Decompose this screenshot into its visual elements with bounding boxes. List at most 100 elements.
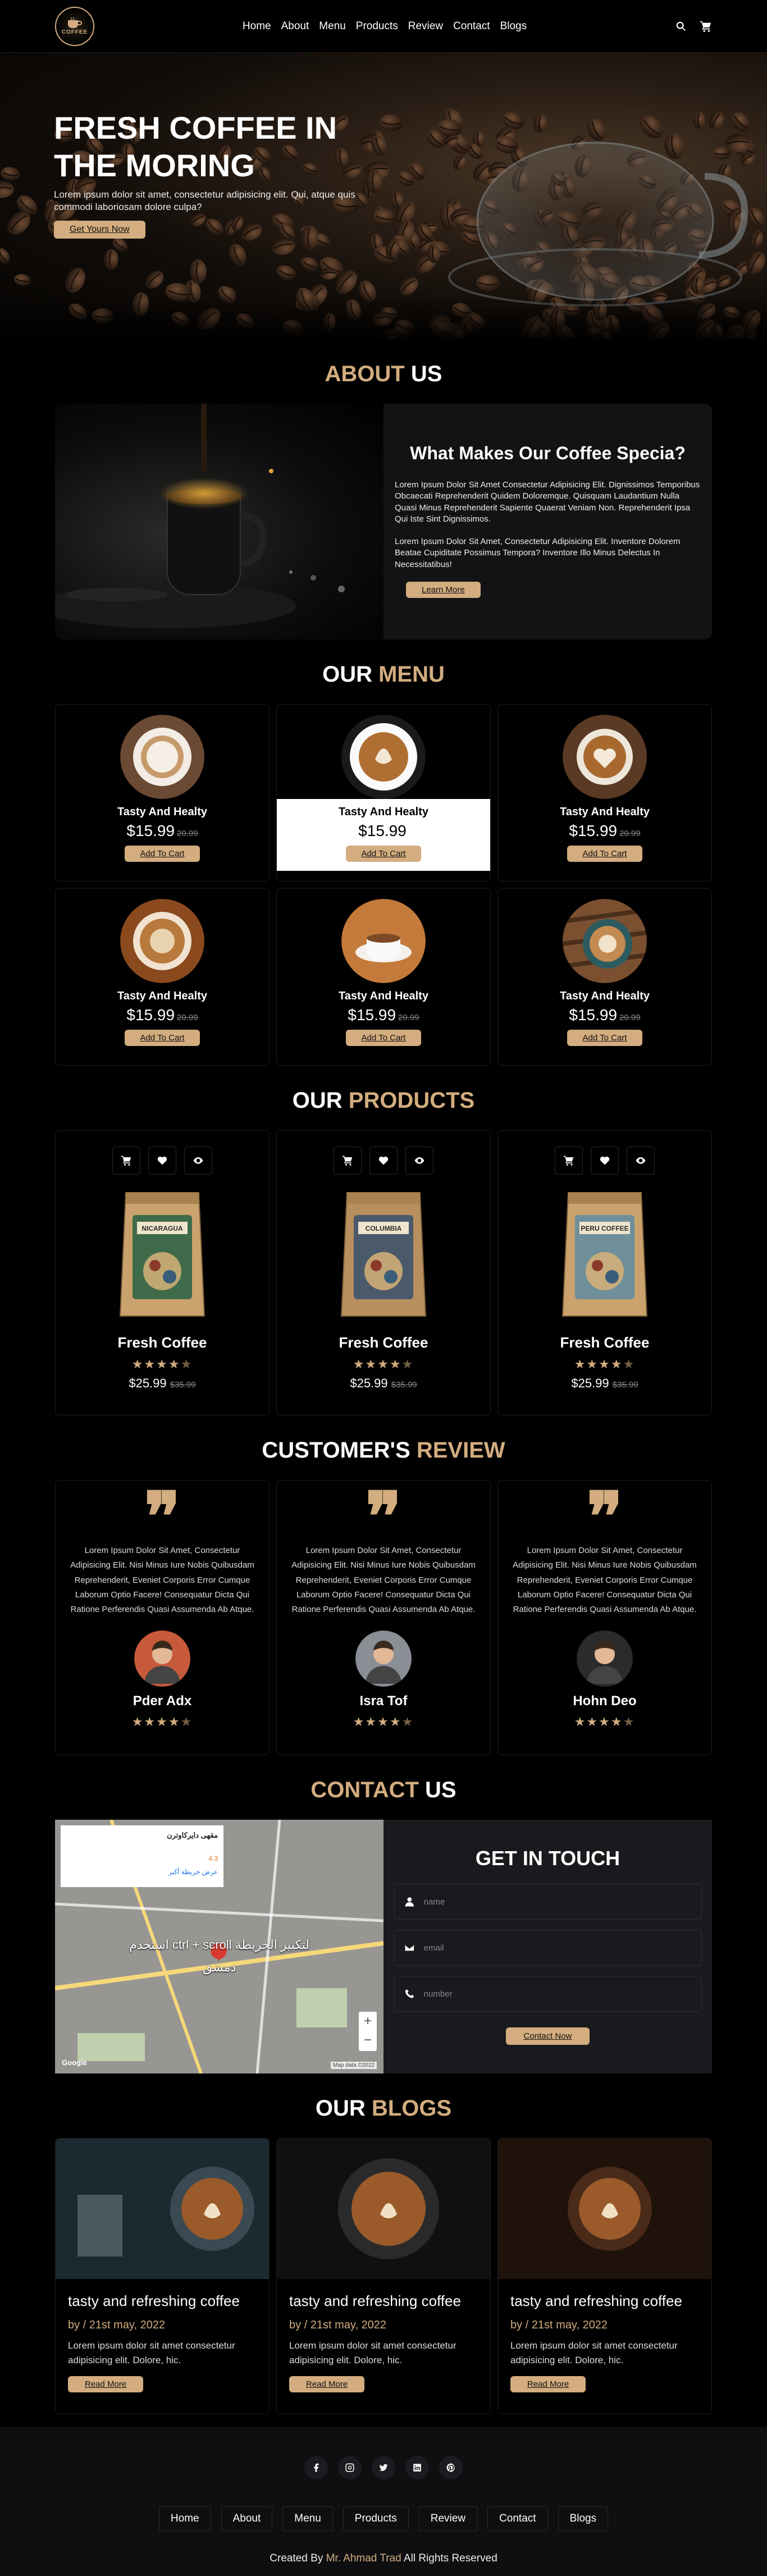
about-paragraph-1: Lorem Ipsum Dolor Sit Amet Consectetur A… [395,480,700,524]
map-city-label: دمشق [202,1960,236,1974]
add-to-cart-button[interactable]: Add To Cart [345,846,422,862]
number-input[interactable] [423,1989,691,1999]
nav-review[interactable]: Review [408,20,443,33]
footer-link-home[interactable]: Home [158,2506,211,2531]
map-scroll-hint: استخدم ctrl + scroll لتكبير الخريطة [129,1938,309,1952]
phone-icon [405,1989,414,1998]
instagram-icon[interactable] [338,2456,362,2479]
reviewer-name: Hohn Deo [573,1693,637,1709]
read-more-button[interactable]: Read More [289,2376,365,2392]
teal-cup-image [563,899,647,983]
blogs-section-title: OUR BLOGS [55,2073,712,2138]
footer-link-menu[interactable]: Menu [282,2506,333,2531]
cart-icon[interactable] [334,1147,362,1175]
header-icons [675,20,712,33]
map-card-rating: 4.3 [208,1855,218,1862]
menu-card: Tasty And Healty $15.99 20.99 Add To Cart [55,704,270,881]
nav-home[interactable]: Home [243,20,271,33]
map-zoom-controls[interactable]: + − [359,2012,377,2051]
contact-card: مقهى دايركاوترن 4.3 عرض خريطة أكبر استخد… [55,1820,712,2073]
product-actions [277,1147,490,1175]
coffee-cup-splash-image [55,404,345,628]
add-to-cart-button[interactable]: Add To Cart [345,1030,422,1046]
get-in-touch-heading: GET IN TOUCH [475,1847,620,1870]
nav-products[interactable]: Products [356,20,398,33]
footer-link-contact[interactable]: Contact [487,2506,548,2531]
pinterest-icon[interactable] [439,2456,463,2479]
product-actions [498,1147,711,1175]
blog-image [277,2139,490,2279]
read-more-button[interactable]: Read More [510,2376,586,2392]
contact-form: GET IN TOUCH Contact Now [383,1820,712,2073]
add-to-cart-button[interactable]: Add To Cart [124,846,200,862]
add-to-cart-button[interactable]: Add To Cart [567,846,643,862]
search-icon[interactable] [675,20,687,33]
hero-text: Lorem ipsum dolor sit amet, consectetur … [54,189,355,213]
eye-icon[interactable] [627,1147,655,1175]
hero-title: FRESH COFFEE IN THE MORING [54,110,337,184]
blogs-title-accent: BLOGS [371,2096,452,2121]
product-card: PERU COFFEE Fresh Coffee ★★★★★ $25.99 $3… [497,1130,712,1415]
menu-item-price: $15.99 20.99 [348,1006,419,1024]
nav-blogs[interactable]: Blogs [500,20,527,33]
map-card-title: مقهى دايركاوترن [167,1831,218,1839]
menu-section-title: OUR MENU [55,640,712,704]
add-to-cart-button[interactable]: Add To Cart [124,1030,200,1046]
about-paragraph-2: Lorem Ipsum Dolor Sit Amet, Consectetur … [395,537,681,569]
nav-contact[interactable]: Contact [453,20,490,33]
blog-title[interactable]: tasty and refreshing coffee [289,2292,478,2310]
heart-icon[interactable] [148,1147,176,1175]
blog-excerpt: Lorem ipsum dolor sit amet consectetur a… [68,2340,235,2365]
twitter-icon[interactable] [372,2456,395,2479]
cart-icon[interactable] [555,1147,583,1175]
number-field[interactable] [394,1976,702,2012]
footer-link-about[interactable]: About [221,2506,273,2531]
product-price: $25.99 $35.99 [129,1376,196,1390]
latte-art-cup-image [341,715,426,799]
contact-now-button[interactable]: Contact Now [505,2027,590,2045]
review-text: Lorem Ipsum Dolor Sit Amet, Consectetur … [513,1546,697,1614]
coffee-bag-image: NICARAGUA [119,1192,206,1317]
nav-menu[interactable]: Menu [319,20,346,33]
cart-icon[interactable] [112,1147,140,1175]
heart-icon[interactable] [369,1147,398,1175]
menu-item-name: Tasty And Healty [338,806,429,818]
eye-icon[interactable] [405,1147,433,1175]
blog-title[interactable]: tasty and refreshing coffee [68,2292,257,2310]
name-input[interactable] [423,1897,691,1907]
blog-title[interactable]: tasty and refreshing coffee [510,2292,699,2310]
name-field[interactable] [394,1884,702,1920]
footer-link-review[interactable]: Review [418,2506,478,2531]
email-field[interactable] [394,1930,702,1966]
eye-icon[interactable] [184,1147,212,1175]
review-text: Lorem Ipsum Dolor Sit Amet, Consectetur … [291,1546,476,1614]
menu-item-old-price: 20.99 [398,1013,419,1022]
learn-more-button[interactable]: Learn More [406,581,481,598]
blog-image [56,2139,269,2279]
add-to-cart-button[interactable]: Add To Cart [567,1030,643,1046]
menu-item-name: Tasty And Healty [117,806,208,818]
map-attribution: Map data ©2022 [330,2062,377,2069]
map-embed[interactable]: مقهى دايركاوترن 4.3 عرض خريطة أكبر استخد… [55,1820,383,2073]
logo[interactable]: COFFEE [55,6,94,46]
get-yours-now-button[interactable]: Get Yours Now [54,220,145,239]
menu-card: Tasty And Healty $15.99 20.99 Add To Cart [497,704,712,881]
site-footer: Home About Menu Products Review Contact … [0,2427,767,2576]
heart-icon[interactable] [591,1147,619,1175]
about-card: What Makes Our Coffee Specia? Lorem Ipsu… [55,404,712,640]
contact-title-rest: US [425,1778,456,1802]
linkedin-icon[interactable] [405,2456,429,2479]
footer-link-products[interactable]: Products [343,2506,409,2531]
logo-text: COFFEE [61,29,88,35]
map-larger-link[interactable]: عرض خريطة أكبر [66,1868,218,1876]
cart-icon[interactable] [700,20,712,33]
facebook-icon[interactable] [304,2456,328,2479]
read-more-button[interactable]: Read More [68,2376,144,2392]
contact-title-accent: CONTACT [311,1778,419,1802]
product-old-price: $35.99 [612,1380,638,1390]
email-input[interactable] [423,1943,691,1953]
footer-link-blogs[interactable]: Blogs [558,2506,609,2531]
blog-date: by / 21st may, 2022 [289,2319,387,2331]
product-actions [56,1147,269,1175]
nav-about[interactable]: About [281,20,309,33]
